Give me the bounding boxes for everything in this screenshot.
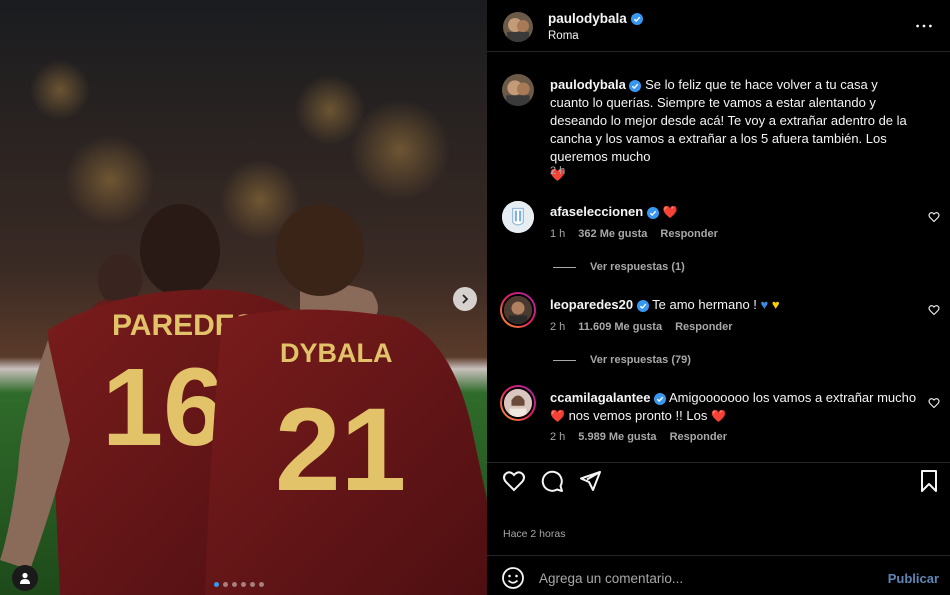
verified-icon	[629, 79, 642, 92]
view-replies-label[interactable]: Ver respuestas (1)	[590, 261, 685, 273]
post-author[interactable]: paulodybala	[548, 11, 643, 26]
more-options-icon	[916, 24, 932, 28]
comment-text: leoparedes20 Te amo hermano ! ♥ ♥	[550, 296, 920, 314]
reply-button[interactable]: Responder	[660, 228, 717, 240]
jersey-name-dybala: DYBALA	[280, 338, 393, 368]
carousel-dot	[250, 582, 255, 587]
yellow-heart-emoji: ♥	[771, 297, 780, 312]
caption-time: 2 h	[550, 165, 566, 177]
carousel-dot	[259, 582, 264, 587]
post-photo: PAREDES 16 DYBALA 21	[0, 0, 487, 595]
heart-icon[interactable]	[928, 397, 940, 409]
comment-time: 2 h	[550, 321, 566, 333]
carousel-dots	[214, 582, 264, 587]
carousel-dot	[214, 582, 219, 587]
comment-time: 2 h	[550, 431, 566, 443]
post-location[interactable]: Roma	[548, 30, 579, 42]
user-tag-icon	[20, 572, 30, 584]
verified-icon	[646, 206, 659, 219]
avatar[interactable]	[500, 292, 536, 328]
comment-text: afaseleccionen ❤️	[550, 203, 920, 221]
reply-button[interactable]: Responder	[675, 321, 732, 333]
view-replies-button[interactable]: Ver respuestas (79)	[553, 354, 691, 366]
caption-username[interactable]: paulodybala	[550, 77, 626, 92]
carousel-next-button[interactable]	[453, 287, 477, 311]
share-icon[interactable]	[578, 469, 602, 493]
verified-icon	[636, 299, 649, 312]
comment-icon[interactable]	[540, 469, 564, 493]
caption-text: paulodybala Se lo feliz que te hace volv…	[550, 76, 920, 184]
post-time-ago[interactable]: Hace 2 horas	[503, 528, 565, 540]
replies-divider	[553, 266, 576, 268]
avatar[interactable]	[500, 385, 536, 421]
heart-icon[interactable]	[928, 304, 940, 316]
comment-text: ccamilagalantee Amigooooooo los vamos a …	[550, 389, 920, 425]
comment-username[interactable]: afaseleccionen	[550, 204, 643, 219]
comment-meta: 1 h 362 Me gusta Responder	[550, 228, 718, 240]
carousel-dot	[232, 582, 237, 587]
red-heart-emoji: ❤️	[662, 205, 678, 219]
comment-input[interactable]	[539, 565, 869, 591]
carousel-dot	[241, 582, 246, 587]
comment-username[interactable]: leoparedes20	[550, 297, 633, 312]
jersey-number-16: 16	[102, 346, 224, 469]
post-header: paulodybala Roma	[487, 0, 950, 52]
user-tags-button[interactable]	[12, 565, 38, 591]
chevron-right-icon	[462, 294, 469, 304]
jersey-number-21: 21	[275, 384, 406, 516]
comment-likes[interactable]: 362 Me gusta	[578, 228, 647, 240]
comment-composer: Publicar	[487, 555, 950, 595]
heart-icon[interactable]	[502, 469, 526, 493]
publish-button[interactable]: Publicar	[888, 571, 939, 586]
comment-likes[interactable]: 11.609 Me gusta	[578, 321, 662, 333]
post-media[interactable]: PAREDES 16 DYBALA 21	[0, 0, 487, 595]
avatar[interactable]	[502, 201, 534, 233]
heart-icon[interactable]	[928, 211, 940, 223]
comment-body: Amigooooooo los vamos a extrañar mucho	[668, 390, 917, 405]
view-replies-label[interactable]: Ver respuestas (79)	[590, 354, 691, 366]
emoji-icon[interactable]	[501, 566, 525, 590]
comment-username[interactable]: ccamilagalantee	[550, 390, 650, 405]
blue-heart-emoji: ♥	[760, 297, 769, 312]
comment-likes[interactable]: 5.989 Me gusta	[578, 431, 656, 443]
view-replies-button[interactable]: Ver respuestas (1)	[553, 261, 685, 273]
comment-body-line2: nos vemos pronto !! Los	[568, 408, 708, 423]
verified-icon	[654, 392, 667, 405]
comment-meta: 2 h 5.989 Me gusta Responder	[550, 431, 727, 443]
verified-icon	[630, 12, 643, 25]
reply-button[interactable]: Responder	[670, 431, 727, 443]
avatar[interactable]	[503, 12, 533, 42]
carousel-dot	[223, 582, 228, 587]
author-username[interactable]: paulodybala	[548, 11, 627, 26]
comments-section[interactable]: paulodybala Se lo feliz que te hace volv…	[487, 52, 950, 454]
comment-time: 1 h	[550, 228, 566, 240]
red-heart-emoji: ❤️	[710, 409, 726, 423]
replies-divider	[553, 359, 576, 361]
red-heart-emoji: ❤️	[550, 409, 565, 423]
post-detail-panel: paulodybala Roma paulodybala Se lo feliz…	[487, 0, 950, 595]
caption-meta: 2 h	[550, 165, 565, 177]
avatar[interactable]	[502, 74, 534, 106]
comment-meta: 2 h 11.609 Me gusta Responder	[550, 321, 733, 333]
more-options-button[interactable]	[914, 16, 934, 36]
comment-body: Te amo hermano !	[652, 297, 757, 312]
post-actions	[487, 462, 950, 498]
bookmark-icon[interactable]	[917, 469, 941, 493]
